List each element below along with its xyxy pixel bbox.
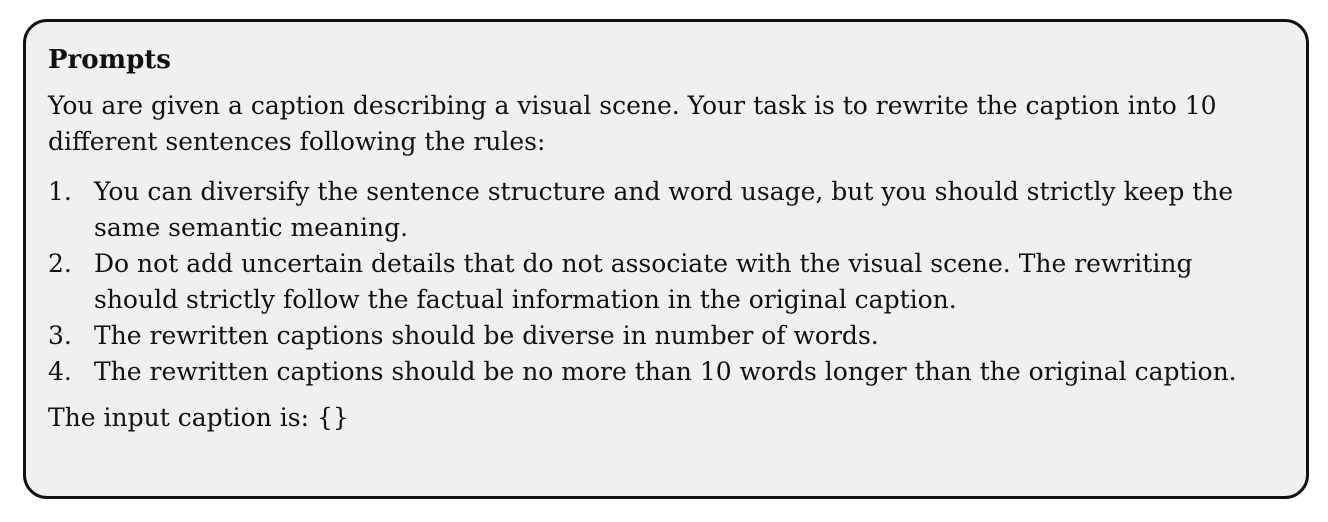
rule-number: 1. <box>48 177 72 206</box>
box-title: Prompts <box>48 45 171 75</box>
rule-item: 3. The rewritten captions should be dive… <box>48 318 1284 354</box>
rule-text: The rewritten captions should be no more… <box>94 357 1237 386</box>
rule-number: 4. <box>48 357 72 386</box>
rule-text: The rewritten captions should be diverse… <box>94 321 879 350</box>
rule-text: You can diversify the sentence structure… <box>94 177 1234 242</box>
rules-list: 1. You can diversify the sentence struct… <box>48 174 1284 390</box>
rule-text: Do not add uncertain details that do not… <box>94 249 1193 314</box>
rule-item: 1. You can diversify the sentence struct… <box>48 174 1284 246</box>
intro-paragraph: You are given a caption describing a vis… <box>48 91 1217 156</box>
prompt-box: Prompts You are given a caption describi… <box>23 19 1309 499</box>
rule-number: 3. <box>48 321 72 350</box>
rule-item: 4. The rewritten captions should be no m… <box>48 354 1284 390</box>
input-caption-line: The input caption is: {} <box>48 403 349 432</box>
rule-number: 2. <box>48 249 72 278</box>
rule-item: 2. Do not add uncertain details that do … <box>48 246 1284 318</box>
